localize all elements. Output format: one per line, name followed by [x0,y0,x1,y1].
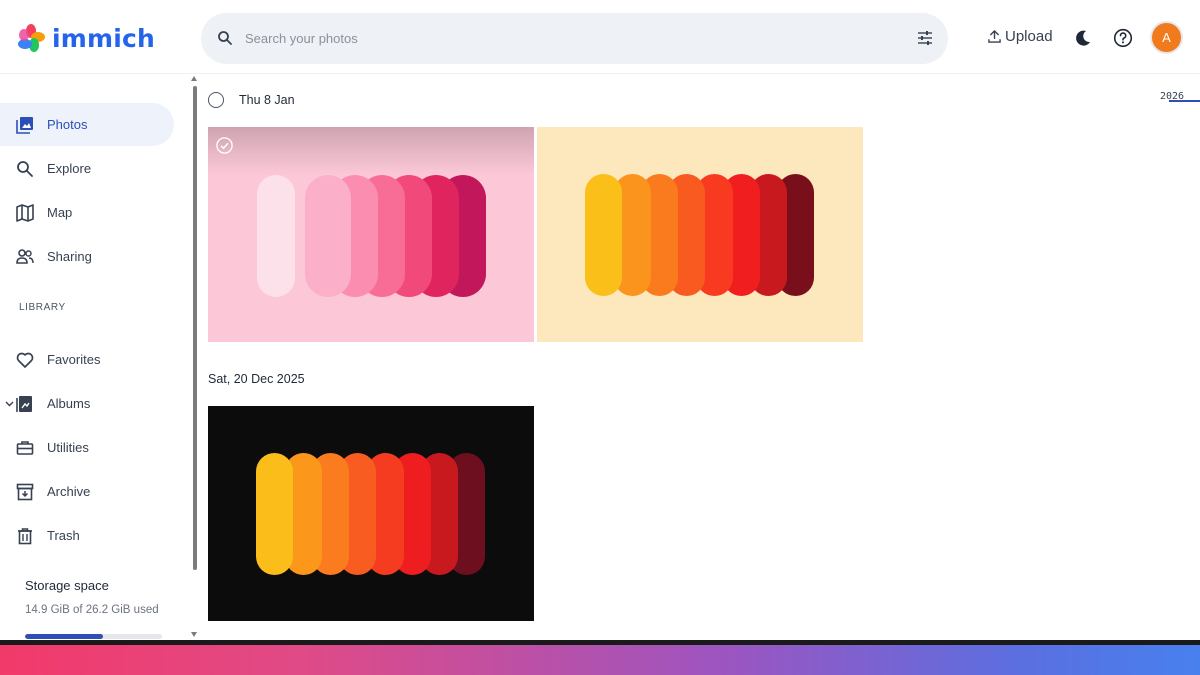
archive-icon [16,483,34,501]
upload-label: Upload [1005,28,1053,45]
sidebar-item-label: Albums [47,396,91,411]
people-icon [16,248,34,266]
sidebar-item-label: Favorites [47,352,101,367]
sidebar-item-label: Explore [47,161,92,176]
date-group-title: Sat, 20 Dec 2025 [208,372,305,386]
dark-palette-image [208,406,534,621]
immich-logo-icon [18,24,45,52]
heart-icon [16,351,34,369]
scroll-up-arrow[interactable] [191,76,197,81]
sidebar-item-explore[interactable]: Explore [0,147,174,190]
chevron-down-icon[interactable] [5,399,14,408]
sidebar-item-archive[interactable]: Archive [0,470,174,513]
photo-thumbnail[interactable] [537,127,863,342]
storage-progress-bar [25,634,162,639]
pink-palette-image [208,127,534,342]
photo-thumbnail[interactable] [208,406,534,621]
date-group-title: Thu 8 Jan [239,93,295,107]
upload-icon [988,30,1001,43]
search-input[interactable] [245,25,885,52]
user-avatar[interactable]: A [1150,21,1183,54]
check-circle-icon[interactable] [216,137,233,154]
vertical-scrollbar[interactable] [193,86,197,570]
album-icon [16,395,34,413]
photo-thumbnail[interactable] [208,127,534,342]
sidebar: Photos Explore Map Sharing LIBRARY Favor… [0,74,190,640]
scroll-down-arrow[interactable] [191,632,197,637]
select-group-circle[interactable] [208,92,224,108]
help-icon[interactable] [1113,28,1133,48]
top-bar: immich Upload [0,0,1200,74]
timeline-scrubber-indicator[interactable] [1169,100,1200,102]
sidebar-item-sharing[interactable]: Sharing [0,235,174,278]
sidebar-item-label: Utilities [47,440,89,455]
sidebar-item-label: Sharing [47,249,92,264]
immich-logo[interactable]: immich [16,22,155,54]
sidebar-item-utilities[interactable]: Utilities [0,426,174,469]
upload-button[interactable]: Upload [988,28,1053,45]
sidebar-item-photos[interactable]: Photos [0,103,174,146]
sidebar-item-label: Trash [47,528,80,543]
search-icon [218,31,232,45]
search-filter-icon[interactable] [917,30,933,46]
trash-icon [16,527,34,545]
app-window: immich Upload [0,0,1200,640]
sidebar-item-label: Photos [47,117,88,132]
search-icon [16,160,34,178]
sidebar-item-trash[interactable]: Trash [0,514,174,557]
storage-used-text: 14.9 GiB of 26.2 GiB used [25,604,159,616]
map-icon [16,203,34,222]
storage-title: Storage space [25,578,109,593]
search-bar[interactable] [201,13,948,64]
orange-palette-image [537,127,863,342]
photos-icon [16,116,34,134]
sidebar-item-favorites[interactable]: Favorites [0,338,174,381]
sidebar-item-albums[interactable]: Albums [0,382,174,425]
app-name: immich [52,23,156,53]
sidebar-item-label: Archive [47,484,91,499]
dark-mode-icon[interactable] [1074,29,1092,47]
sidebar-item-map[interactable]: Map [0,191,174,234]
decorative-gradient-band [0,645,1200,675]
sidebar-item-label: Map [47,205,73,220]
library-section-label: LIBRARY [19,302,66,313]
toolbox-icon [16,439,34,457]
storage-progress-fill [25,634,104,639]
